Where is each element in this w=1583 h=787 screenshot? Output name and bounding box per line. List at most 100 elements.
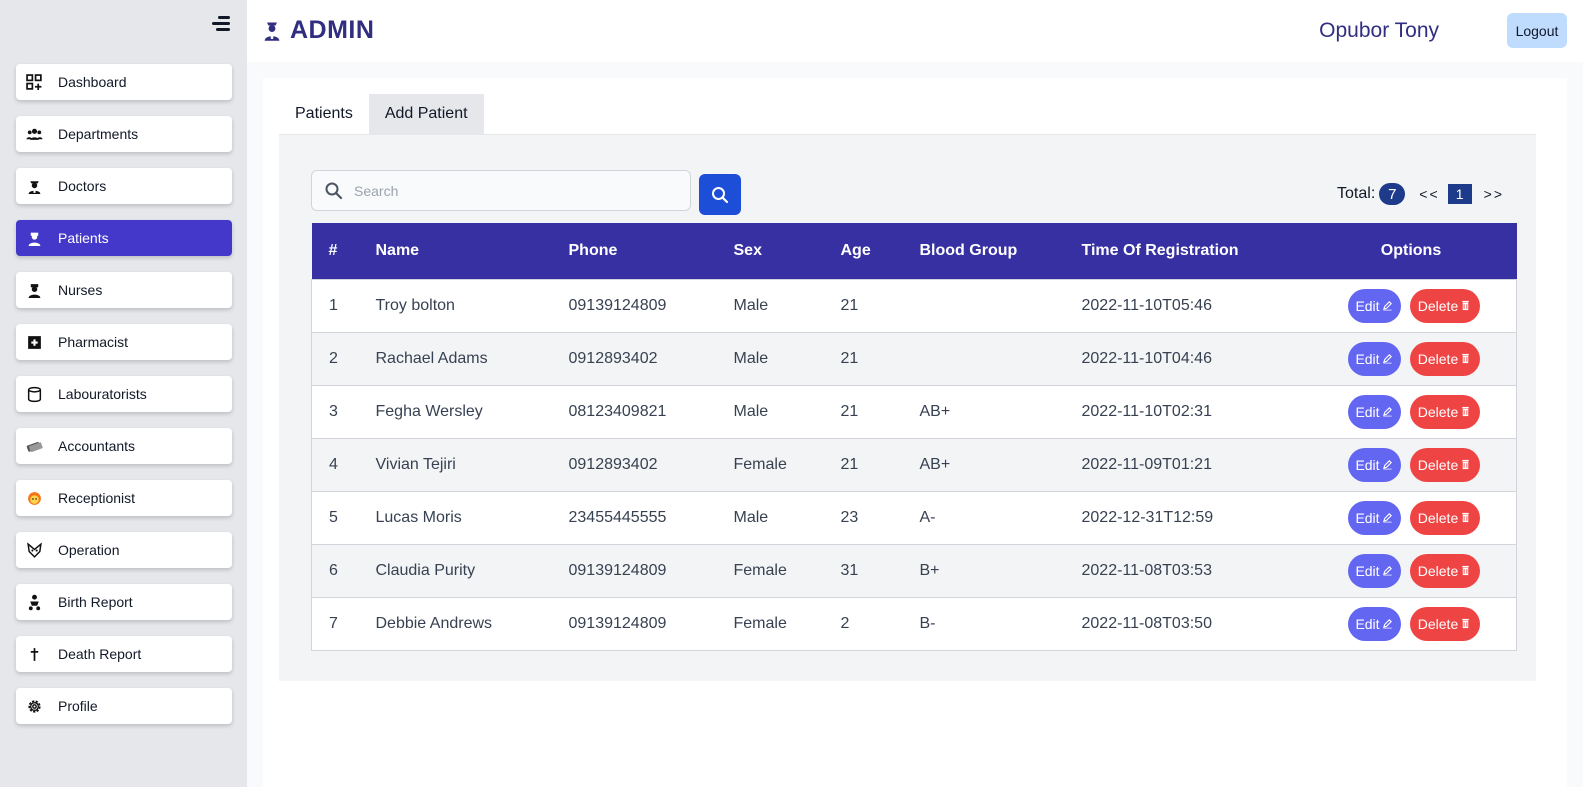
user-name: Opubor Tony xyxy=(1319,19,1439,42)
cell-age: 21 xyxy=(840,455,859,473)
group-icon xyxy=(25,125,43,143)
cell-phone: 09139124809 xyxy=(568,296,667,314)
cell-name: Fegha Wersley xyxy=(375,402,483,420)
cell-age: 23 xyxy=(840,508,859,526)
tab-patients[interactable]: Patients xyxy=(279,94,369,134)
row-actions: Edit Delete xyxy=(1306,500,1517,535)
cell-blood-group: AB+ xyxy=(919,402,951,420)
cell-index: 5 xyxy=(329,508,338,526)
pagination: Total: 7 << 1 >> xyxy=(1337,183,1504,205)
sidebar-item-receptionist[interactable]: Receptionist xyxy=(16,480,232,516)
cell-sex: Male xyxy=(733,508,769,526)
delete-button[interactable]: Delete xyxy=(1409,447,1480,482)
edit-button[interactable]: Edit xyxy=(1347,447,1401,482)
cell-age: 21 xyxy=(840,349,859,367)
cell-phone: 09139124809 xyxy=(568,614,667,632)
sidebar-item-operation[interactable]: Operation xyxy=(16,532,232,568)
sidebar-item-label: Death Report xyxy=(58,646,142,662)
delete-button[interactable]: Delete xyxy=(1409,288,1480,323)
sidebar-item-profile[interactable]: Profile xyxy=(16,688,232,724)
edit-button[interactable]: Edit xyxy=(1347,394,1401,429)
edit-label: Edit xyxy=(1355,350,1380,367)
sidebar-item-label: Profile xyxy=(58,698,98,714)
logout-button[interactable]: Logout xyxy=(1507,13,1567,48)
delete-button[interactable]: Delete xyxy=(1409,606,1480,641)
brand: ADMIN xyxy=(262,16,374,45)
sidebar-item-label: Operation xyxy=(58,542,120,558)
sidebar-item-label: Dashboard xyxy=(58,74,127,90)
sidebar-item-death-report[interactable]: Death Report xyxy=(16,636,232,672)
sidebar-item-label: Patients xyxy=(58,230,109,246)
edit-button[interactable]: Edit xyxy=(1347,500,1401,535)
pencil-icon xyxy=(1382,301,1392,311)
edit-label: Edit xyxy=(1355,562,1380,579)
cell-sex: Female xyxy=(733,455,787,473)
sidebar: Dashboard Departments Doctors Patients N… xyxy=(0,0,247,787)
edit-button[interactable]: Edit xyxy=(1347,341,1401,376)
sidebar-item-nurses[interactable]: Nurses xyxy=(16,272,232,308)
cell-time: 2022-11-08T03:50 xyxy=(1081,614,1212,632)
current-page-button[interactable]: 1 xyxy=(1447,184,1472,204)
cell-time: 2022-11-10T05:46 xyxy=(1081,296,1212,314)
delete-label: Delete xyxy=(1417,297,1459,314)
cell-options: Edit Delete xyxy=(1306,438,1517,491)
sidebar-item-label: Doctors xyxy=(58,178,107,194)
doctor-icon xyxy=(264,21,280,41)
tab-add-patient[interactable]: Add Patient xyxy=(368,94,484,134)
cell-age: 21 xyxy=(840,296,859,314)
search-input[interactable] xyxy=(354,182,674,199)
row-actions: Edit Delete xyxy=(1306,341,1517,376)
table-row: 3 Fegha Wersley 08123409821 Male 21 AB+ … xyxy=(311,385,1517,438)
pharmacy-icon xyxy=(25,333,43,351)
delete-button[interactable]: Delete xyxy=(1409,500,1480,535)
row-actions: Edit Delete xyxy=(1306,288,1517,323)
cell-name: Troy bolton xyxy=(375,296,455,314)
search-button[interactable] xyxy=(699,174,741,215)
cell-blood-group: B+ xyxy=(919,561,940,579)
sidebar-item-accountants[interactable]: Accountants xyxy=(16,428,232,464)
sidebar-item-label: Labouratorists xyxy=(58,386,147,402)
delete-button[interactable]: Delete xyxy=(1409,553,1480,588)
sidebar-item-label: Departments xyxy=(58,126,139,142)
cell-time: 2022-11-10T02:31 xyxy=(1081,402,1212,420)
search-field[interactable] xyxy=(311,170,691,211)
cell-name: Vivian Tejiri xyxy=(375,455,456,473)
cell-time: 2022-12-31T12:59 xyxy=(1081,508,1214,526)
sidebar-item-doctors[interactable]: Doctors xyxy=(16,168,232,204)
menu-toggle-icon[interactable] xyxy=(208,14,230,34)
edit-button[interactable]: Edit xyxy=(1347,606,1401,641)
column-header-blood-group: Blood Group xyxy=(919,241,1018,259)
cell-time: 2022-11-10T04:46 xyxy=(1081,349,1212,367)
sidebar-item-labouratorists[interactable]: Labouratorists xyxy=(16,376,232,412)
trash-icon xyxy=(1462,459,1469,470)
sidebar-item-label: Nurses xyxy=(58,282,103,298)
sidebar-item-dashboard[interactable]: Dashboard xyxy=(16,64,232,100)
edit-button[interactable]: Edit xyxy=(1347,553,1401,588)
cell-age: 2 xyxy=(840,614,850,632)
cross-icon xyxy=(25,645,43,663)
delete-label: Delete xyxy=(1417,615,1459,632)
prev-page-link[interactable]: << xyxy=(1419,186,1439,202)
cell-index: 4 xyxy=(329,455,338,473)
edit-button[interactable]: Edit xyxy=(1347,288,1401,323)
sidebar-item-pharmacist[interactable]: Pharmacist xyxy=(16,324,232,360)
table-row: 5 Lucas Moris 23455445555 Male 23 A- 202… xyxy=(311,491,1517,544)
sidebar-item-patients[interactable]: Patients xyxy=(16,220,232,256)
cell-options: Edit Delete xyxy=(1306,279,1517,332)
next-page-link[interactable]: >> xyxy=(1484,186,1504,202)
table-row: 1 Troy bolton 09139124809 Male 21 2022-1… xyxy=(311,279,1517,332)
trash-icon xyxy=(1462,565,1469,576)
search-icon xyxy=(325,182,343,199)
delete-button[interactable]: Delete xyxy=(1409,341,1480,376)
trash-icon xyxy=(1462,512,1469,523)
row-actions: Edit Delete xyxy=(1306,394,1517,429)
trash-icon xyxy=(1462,353,1469,364)
cell-sex: Male xyxy=(733,349,769,367)
sidebar-item-departments[interactable]: Departments xyxy=(16,116,232,152)
delete-button[interactable]: Delete xyxy=(1409,394,1480,429)
cell-blood-group: AB+ xyxy=(919,455,951,473)
lab-icon xyxy=(25,385,43,403)
sidebar-item-birth-report[interactable]: Birth Report xyxy=(16,584,232,620)
cell-sex: Male xyxy=(733,296,769,314)
cell-blood-group: A- xyxy=(919,508,936,526)
